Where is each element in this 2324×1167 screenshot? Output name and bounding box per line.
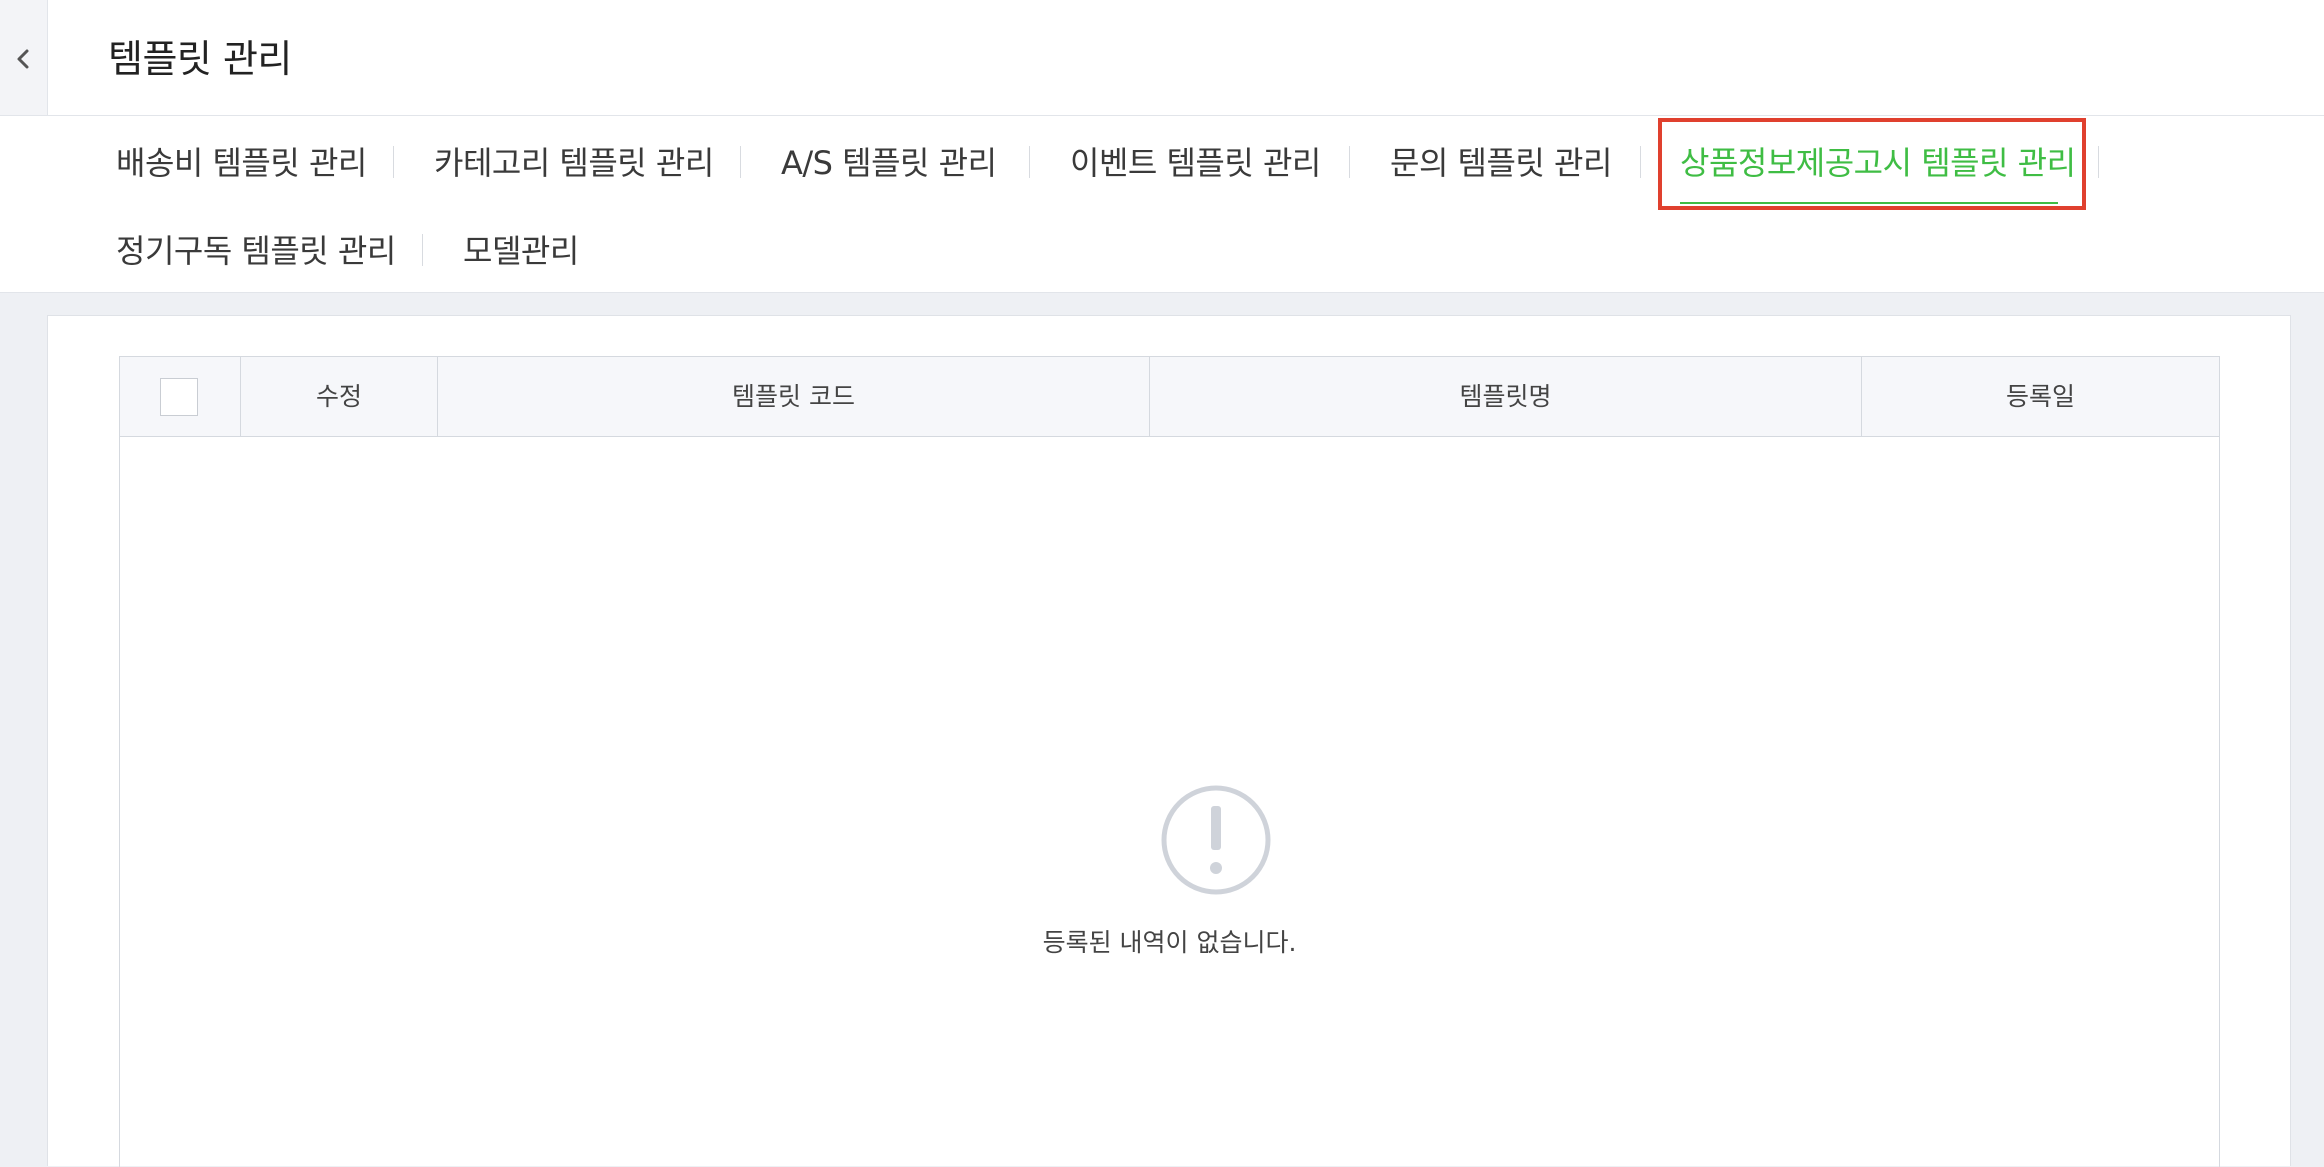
- empty-state-message: 등록된 내역이 없습니다.: [1042, 928, 1297, 957]
- tab-as-template[interactable]: A/S 템플릿 관리: [781, 138, 997, 184]
- tab-shipping-template[interactable]: 배송비 템플릿 관리: [116, 138, 367, 184]
- column-header-edit: 수정: [241, 357, 438, 436]
- select-all-checkbox[interactable]: [160, 378, 198, 416]
- chevron-left-icon: [17, 49, 29, 69]
- page-header: 템플릿 관리: [0, 0, 2324, 116]
- header-select-all-cell: [120, 357, 241, 436]
- tab-divider: [740, 146, 741, 178]
- tab-divider: [422, 234, 423, 266]
- content-panel: 수정 템플릿 코드 템플릿명 등록일 등록된 내역이 없습니다.: [47, 315, 2291, 1167]
- tab-divider: [393, 146, 394, 178]
- column-header-registered-date: 등록일: [2005, 382, 2075, 411]
- back-button[interactable]: [0, 0, 48, 115]
- template-table: 수정 템플릿 코드 템플릿명 등록일 등록된 내역이 없습니다.: [119, 356, 2220, 1167]
- column-header-template-code: 템플릿 코드: [438, 357, 1150, 436]
- tab-divider: [1640, 146, 1641, 178]
- template-tabs: 배송비 템플릿 관리 카테고리 템플릿 관리 A/S 템플릿 관리 이벤트 템플…: [0, 116, 2324, 293]
- table-header: 수정 템플릿 코드 템플릿명 등록일: [120, 357, 2219, 437]
- tab-product-info-notice-template[interactable]: 상품정보제공고시 템플릿 관리: [1680, 138, 2076, 184]
- tab-divider: [2098, 146, 2099, 178]
- column-header-template-name: 템플릿명: [1150, 357, 1862, 436]
- active-tab-underline: [1680, 202, 2058, 204]
- tab-event-template[interactable]: 이벤트 템플릿 관리: [1070, 138, 1321, 184]
- tab-model-management[interactable]: 모델관리: [463, 226, 579, 272]
- page-title: 템플릿 관리: [108, 37, 292, 81]
- tab-category-template[interactable]: 카테고리 템플릿 관리: [434, 138, 714, 184]
- tab-divider: [1349, 146, 1350, 178]
- tab-divider: [1029, 146, 1030, 178]
- tab-inquiry-template[interactable]: 문의 템플릿 관리: [1390, 138, 1612, 184]
- tab-subscription-template[interactable]: 정기구독 템플릿 관리: [116, 226, 396, 272]
- exclamation-circle-icon: [1161, 785, 1271, 895]
